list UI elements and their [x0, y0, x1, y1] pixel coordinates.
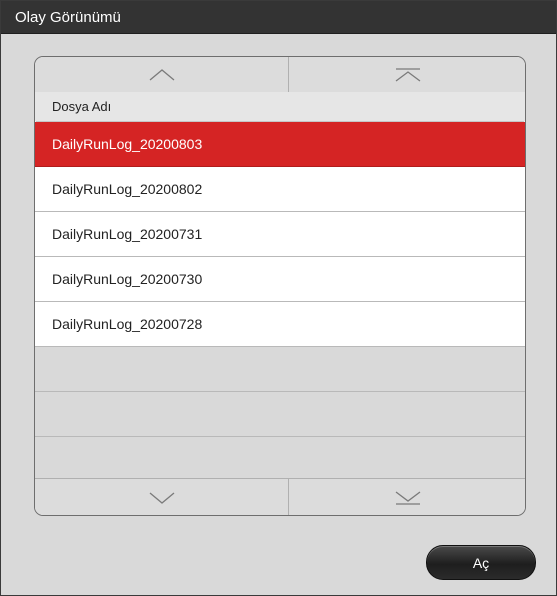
list-item[interactable]: DailyRunLog_20200728 [35, 302, 525, 347]
list-item[interactable]: DailyRunLog_20200731 [35, 212, 525, 257]
bottom-scroll-bar [35, 478, 525, 515]
list-item-label: DailyRunLog_20200730 [52, 271, 203, 287]
list-item[interactable]: DailyRunLog_20200803 [35, 122, 525, 167]
list-item-label: DailyRunLog_20200802 [52, 181, 203, 197]
file-list-panel: Dosya Adı DailyRunLog_20200803 DailyRunL… [34, 56, 526, 516]
dialog-title: Olay Görünümü [15, 9, 121, 26]
chevron-down-icon [149, 492, 174, 504]
empty-row [35, 437, 525, 481]
empty-row [35, 392, 525, 437]
scroll-to-bottom-button[interactable] [288, 479, 525, 515]
title-bar: Olay Görünümü [1, 1, 556, 34]
chevron-down-to-bottom-icon [395, 490, 420, 505]
event-view-dialog: Olay Görünümü Dosya Adı DailyRunLog_2020… [0, 0, 557, 596]
column-header: Dosya Adı [35, 92, 525, 121]
file-list: DailyRunLog_20200803 DailyRunLog_2020080… [35, 122, 525, 481]
list-item[interactable]: DailyRunLog_20200730 [35, 257, 525, 302]
empty-row [35, 347, 525, 392]
list-item-label: DailyRunLog_20200803 [52, 136, 203, 152]
list-item[interactable]: DailyRunLog_20200802 [35, 167, 525, 212]
list-item-label: DailyRunLog_20200728 [52, 316, 203, 332]
open-button[interactable]: Aç [426, 545, 536, 580]
list-item-label: DailyRunLog_20200731 [52, 226, 203, 242]
chevron-up-to-top-icon [395, 67, 420, 82]
column-header-filename: Dosya Adı [52, 99, 112, 114]
scroll-down-button[interactable] [35, 479, 288, 515]
scroll-to-top-button[interactable] [288, 57, 525, 92]
scroll-up-button[interactable] [35, 57, 288, 92]
top-scroll-bar [35, 57, 525, 93]
chevron-up-icon [149, 68, 174, 80]
